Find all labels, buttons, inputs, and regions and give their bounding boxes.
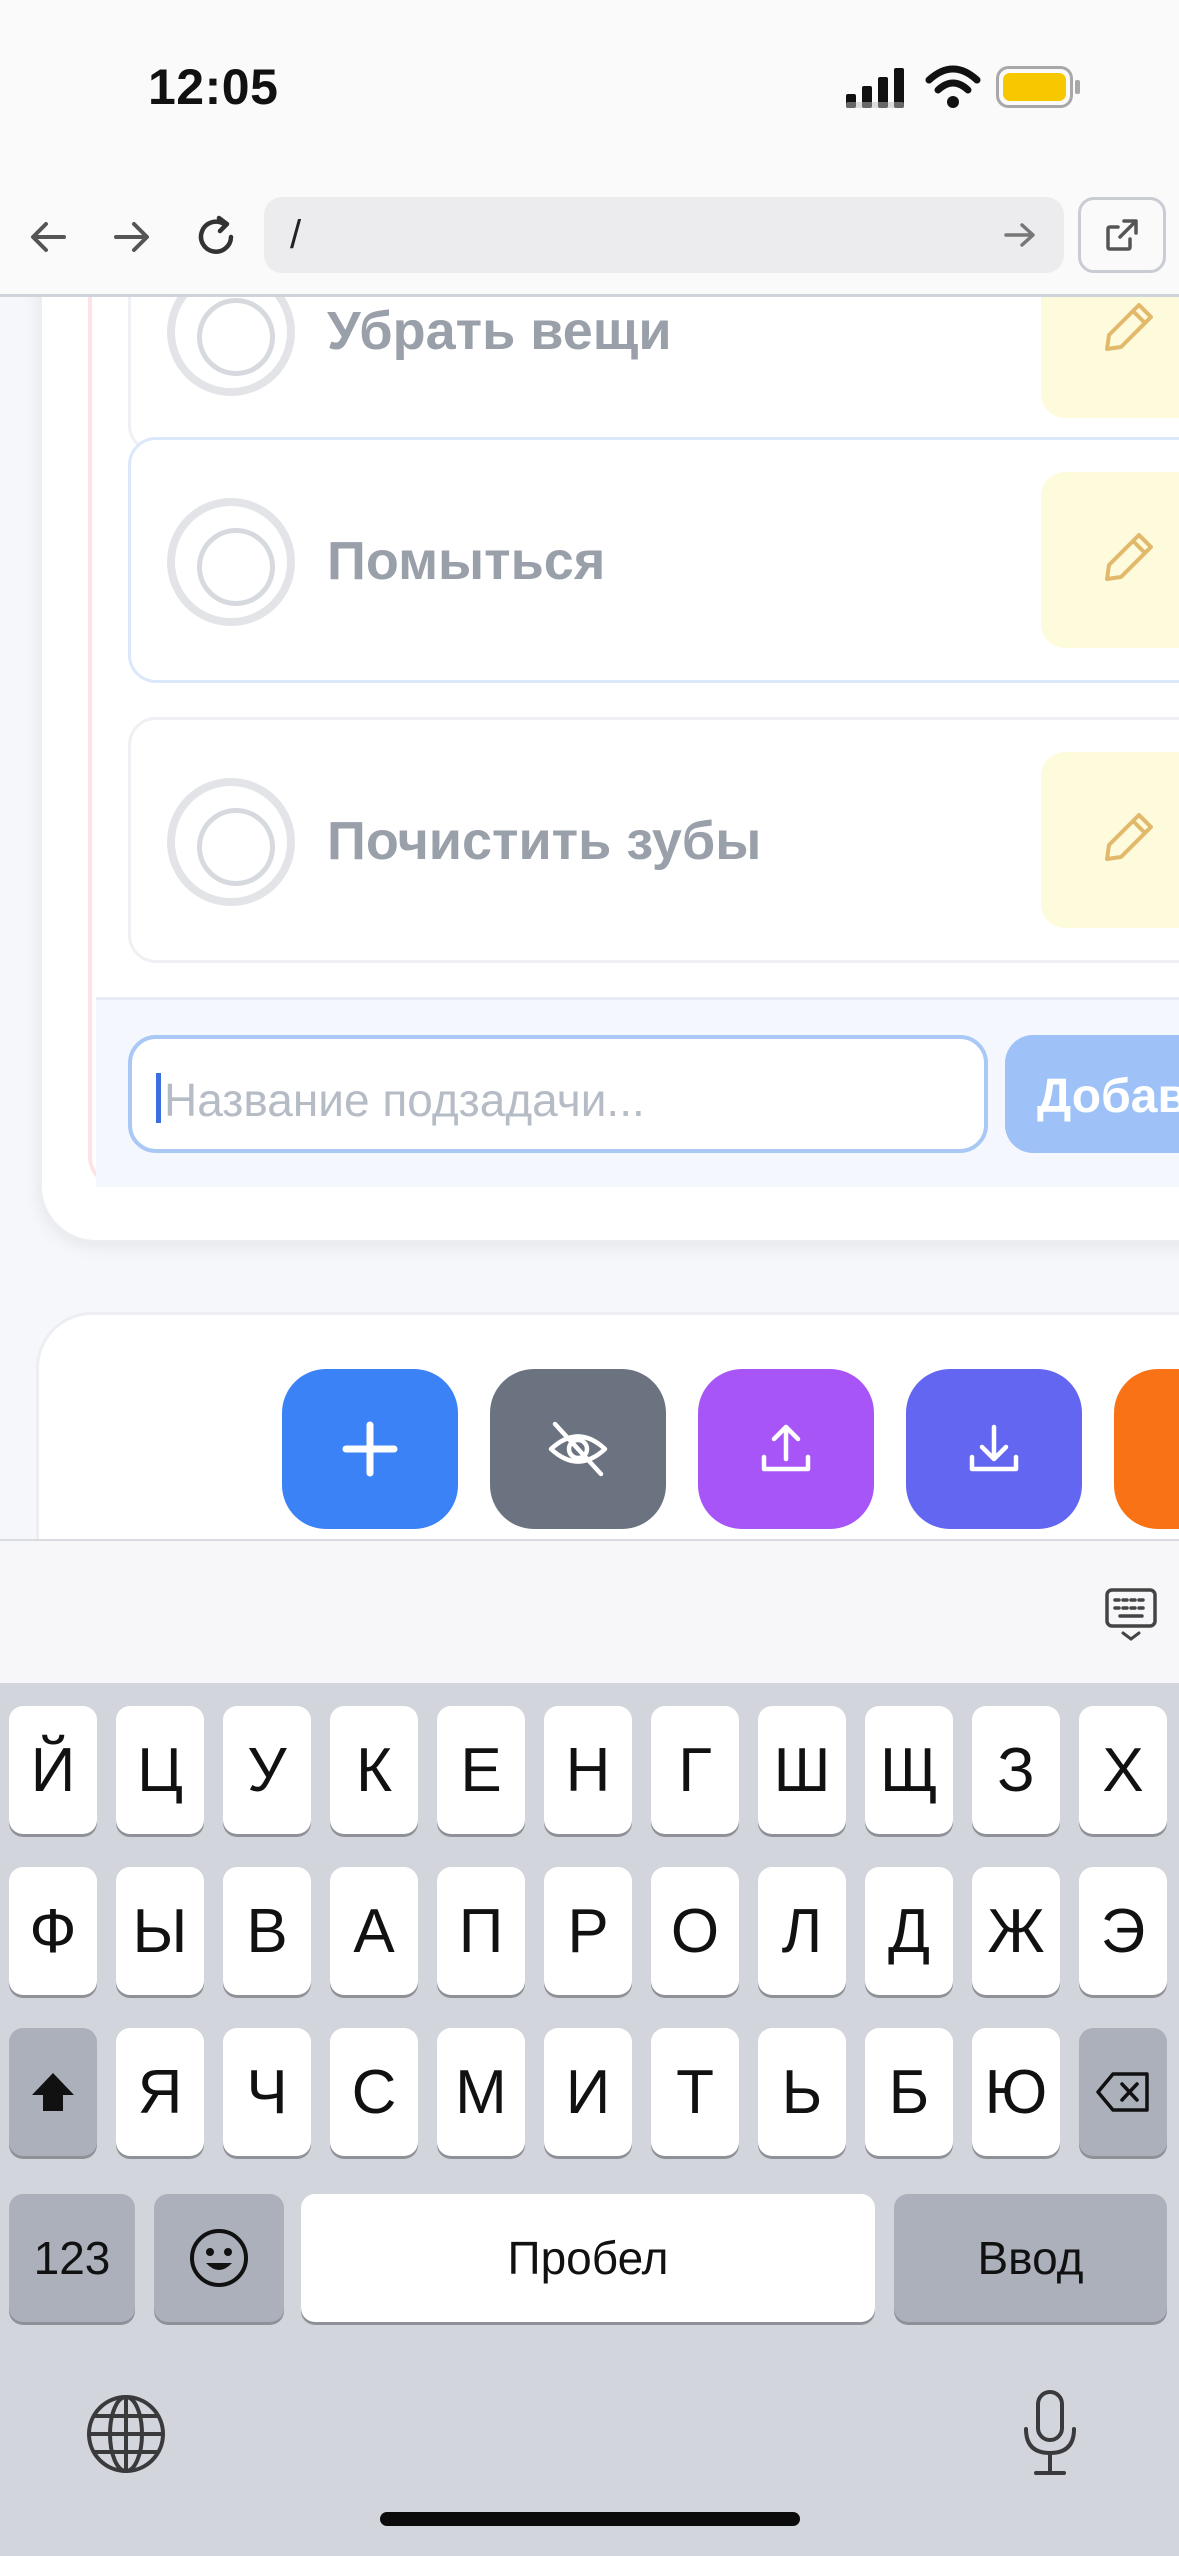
- key[interactable]: Е: [437, 1706, 525, 1834]
- key[interactable]: Г: [651, 1706, 739, 1834]
- key[interactable]: Р: [544, 1867, 632, 1995]
- edit-subtask-button[interactable]: [1041, 472, 1179, 648]
- backspace-key[interactable]: [1079, 2028, 1167, 2156]
- wifi-icon: [925, 65, 981, 108]
- subtask-input-placeholder: Название подзадачи...: [164, 1074, 645, 1126]
- emoji-key[interactable]: [154, 2194, 284, 2322]
- key[interactable]: В: [223, 1867, 311, 1995]
- address-bar[interactable]: /: [264, 197, 1064, 273]
- key[interactable]: Щ: [865, 1706, 953, 1834]
- globe-key[interactable]: [84, 2392, 168, 2476]
- key[interactable]: И: [544, 2028, 632, 2156]
- status-bar: 12:05: [0, 0, 1179, 175]
- external-link-icon: [1106, 219, 1138, 251]
- subtask-item[interactable]: Помыться: [128, 437, 1179, 683]
- status-time: 12:05: [148, 59, 279, 115]
- key[interactable]: Ф: [9, 1867, 97, 1995]
- key[interactable]: Я: [116, 2028, 204, 2156]
- text-caret: [156, 1073, 161, 1123]
- key[interactable]: Ш: [758, 1706, 846, 1834]
- backspace-icon: [1096, 2072, 1149, 2112]
- microphone-icon: [1024, 2390, 1076, 2475]
- reload-icon: [198, 215, 234, 254]
- subtask-title: Помыться: [327, 531, 606, 591]
- toggle-visibility-button[interactable]: [490, 1369, 666, 1529]
- key[interactable]: Й: [9, 1706, 97, 1834]
- key[interactable]: Н: [544, 1706, 632, 1834]
- subtask-item[interactable]: Почистить зубы: [128, 717, 1179, 963]
- keyboard-accessory-bar: [0, 1539, 1179, 1683]
- emoji-icon: [190, 2229, 248, 2287]
- arrow-right-icon: [114, 222, 149, 252]
- key[interactable]: У: [223, 1706, 311, 1834]
- open-external-button[interactable]: [1078, 197, 1166, 273]
- subtask-checkbox[interactable]: [167, 297, 295, 396]
- subtask-title: Убрать вещи: [327, 301, 672, 361]
- subtask-checkbox[interactable]: [167, 778, 295, 906]
- subtask-title: Почистить зубы: [327, 811, 762, 871]
- plus-icon: [342, 1421, 398, 1477]
- forward-button[interactable]: [100, 205, 164, 269]
- edit-subtask-button[interactable]: [1041, 752, 1179, 928]
- key[interactable]: Э: [1079, 1867, 1167, 1995]
- key[interactable]: Ж: [972, 1867, 1060, 1995]
- pencil-icon: [1105, 813, 1153, 861]
- cellular-signal-icon: [846, 68, 904, 108]
- subtask-item[interactable]: Убрать вещи: [128, 297, 1179, 453]
- browser-toolbar: /: [0, 175, 1179, 297]
- return-key[interactable]: Ввод: [894, 2194, 1167, 2322]
- key[interactable]: А: [330, 1867, 418, 1995]
- key[interactable]: Х: [1079, 1706, 1167, 1834]
- edit-subtask-button[interactable]: [1041, 297, 1179, 418]
- export-button[interactable]: [698, 1369, 874, 1529]
- subtask-name-input[interactable]: Название подзадачи...: [128, 1035, 988, 1153]
- url-text: /: [290, 213, 302, 257]
- key[interactable]: Д: [865, 1867, 953, 1995]
- onscreen-keyboard: Й Ц У К Е Н Г Ш Щ З Х Ф Ы В А П Р О Л Д …: [0, 1683, 1179, 2556]
- key[interactable]: Ь: [758, 2028, 846, 2156]
- key[interactable]: Ы: [116, 1867, 204, 1995]
- add-task-button[interactable]: [282, 1369, 458, 1529]
- home-indicator[interactable]: [380, 2512, 800, 2526]
- extra-action-button[interactable]: [1114, 1369, 1179, 1529]
- import-button[interactable]: [906, 1369, 1082, 1529]
- add-subtask-label: Добавить: [1037, 1070, 1179, 1123]
- globe-icon: [87, 2395, 165, 2473]
- pencil-icon: [1105, 533, 1153, 581]
- key[interactable]: О: [651, 1867, 739, 1995]
- key[interactable]: Б: [865, 2028, 953, 2156]
- key[interactable]: З: [972, 1706, 1060, 1834]
- numbers-key[interactable]: 123: [9, 2194, 135, 2322]
- back-button[interactable]: [16, 205, 80, 269]
- page-content: Убрать вещи Помыться Почистить зубы Назв…: [0, 297, 1179, 1539]
- add-subtask-button[interactable]: Добавить: [1005, 1035, 1179, 1153]
- key[interactable]: Т: [651, 2028, 739, 2156]
- go-arrow-icon[interactable]: [996, 211, 1044, 259]
- battery-icon: [996, 66, 1080, 108]
- download-icon: [969, 1424, 1019, 1472]
- shift-icon: [32, 2073, 74, 2111]
- key[interactable]: Л: [758, 1867, 846, 1995]
- key[interactable]: Ю: [972, 2028, 1060, 2156]
- space-key[interactable]: Пробел: [301, 2194, 875, 2322]
- subtask-checkbox[interactable]: [167, 498, 295, 626]
- key[interactable]: М: [437, 2028, 525, 2156]
- pencil-icon: [1105, 303, 1153, 351]
- eye-off-icon: [548, 1421, 608, 1477]
- arrow-left-icon: [31, 222, 66, 252]
- shift-key[interactable]: [9, 2028, 97, 2156]
- key[interactable]: К: [330, 1706, 418, 1834]
- key[interactable]: Ч: [223, 2028, 311, 2156]
- keyboard-dismiss-icon[interactable]: [1104, 1587, 1158, 1643]
- key[interactable]: С: [330, 2028, 418, 2156]
- reload-button[interactable]: [184, 205, 248, 269]
- dictation-key[interactable]: [1020, 2389, 1080, 2477]
- upload-icon: [761, 1424, 811, 1472]
- key[interactable]: Ц: [116, 1706, 204, 1834]
- key[interactable]: П: [437, 1867, 525, 1995]
